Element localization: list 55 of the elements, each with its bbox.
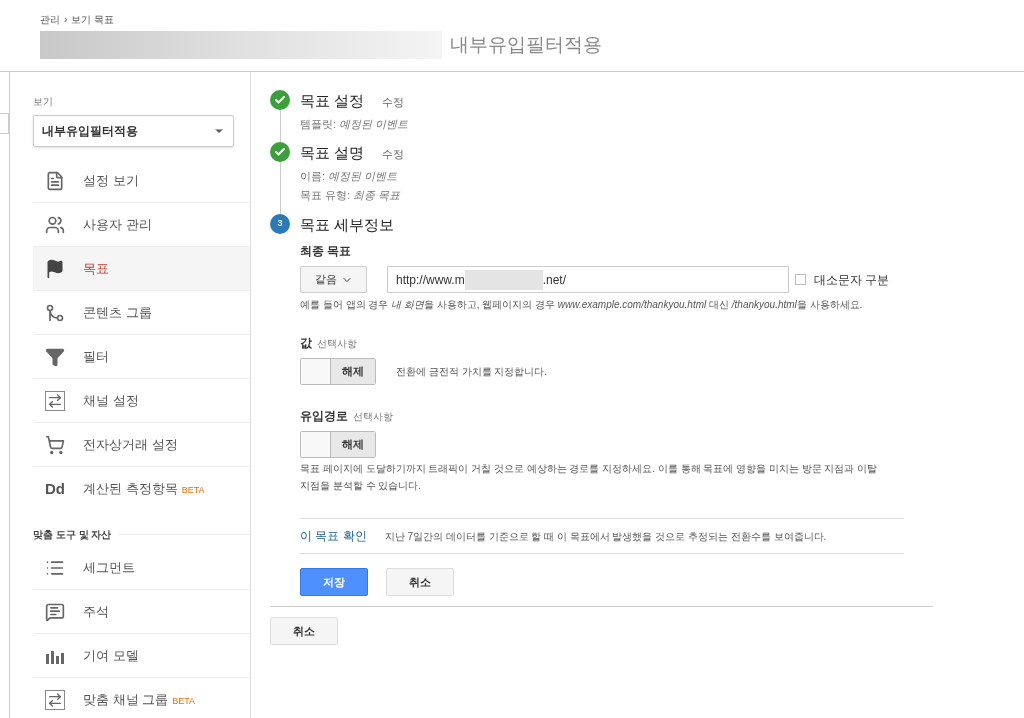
breadcrumb-link[interactable]: 관리 <box>40 12 60 27</box>
checkbox-label: 대소문자 구분 <box>814 271 890 289</box>
toggle-switch[interactable]: 해제 <box>300 431 376 458</box>
comment-icon <box>45 601 65 622</box>
users-icon <box>45 214 65 235</box>
sidebar-item[interactable]: 세그먼트 <box>33 546 250 590</box>
optional-label: 선택사항 <box>317 337 357 351</box>
field-label: 최종 목표 <box>300 243 353 260</box>
breadcrumb-link[interactable]: 보기 목표 <box>71 12 115 27</box>
step-title: 목표 세부정보 <box>300 214 395 235</box>
edit-link[interactable]: 수정 <box>382 94 405 111</box>
sidebar-item[interactable]: Dd 계산된 측정항목 BETA <box>33 467 250 511</box>
sidebar-item[interactable]: 목표 <box>33 247 250 291</box>
filter-icon <box>45 346 65 367</box>
sidebar-item[interactable]: 필터 <box>33 335 250 379</box>
document-icon <box>45 170 65 191</box>
option-description: 목표 페이지에 도달하기까지 트래픽이 거칠 것으로 예상하는 경로를 지정하세요. 이를 통해 목표에 영향을 미치는 방문 지점과 이탈 지점을 분석할 수 있습니다. <box>300 462 879 493</box>
view-select[interactable]: 내부유입필터적용 <box>33 115 234 147</box>
option-label: 유입경로 <box>300 408 348 425</box>
option-description: 전환에 금전적 가치를 지정합니다. <box>396 365 548 379</box>
sidebar-item[interactable]: 채널 설정 <box>33 379 250 423</box>
verify-goal-link[interactable]: 이 목표 확인 <box>300 527 367 545</box>
toggle-switch[interactable]: 해제 <box>300 358 376 385</box>
match-type-select[interactable]: 같음 <box>300 266 367 293</box>
sidebar-item[interactable]: 콘텐츠 그룹 <box>33 291 250 335</box>
section-title: 맞춤 도구 및 자산 <box>33 528 112 542</box>
dd-icon: Dd <box>45 477 65 501</box>
page-title: 내부유입필터적용 <box>450 33 602 57</box>
step-number: 3 <box>270 213 290 234</box>
view-label: 보기 <box>33 95 54 109</box>
checkbox[interactable] <box>795 274 806 285</box>
cancel-button[interactable]: 취소 <box>270 617 338 645</box>
arrows-icon <box>45 390 65 411</box>
flag-icon <box>45 258 65 279</box>
cancel-button[interactable]: 취소 <box>386 568 454 596</box>
url-field[interactable]: http://www.m .net/ <box>387 266 789 293</box>
sidebar-item[interactable]: 설정 보기 <box>33 159 250 203</box>
optional-label: 선택사항 <box>353 410 393 424</box>
arrows-icon <box>45 690 65 710</box>
sidebar-item[interactable]: 전자상거래 설정 <box>33 423 250 467</box>
hint-text: 예를 들어 앱의 경우 내 화면을 사용하고, 웹페이지의 경우 www.example.com/thankyou.html 대신 /thankyou.html을 사용하세요. <box>300 298 864 312</box>
cart-icon <box>45 434 65 455</box>
option-label: 값 <box>300 335 312 352</box>
sidebar-item[interactable]: 주석 <box>33 590 250 634</box>
edit-link[interactable]: 수정 <box>382 146 405 163</box>
sidebar-item[interactable]: 맞춤 채널 그룹 BETA <box>33 678 250 718</box>
step-detail: 템플릿: 예정된 이벤트 <box>300 116 410 132</box>
step-title: 목표 설정 <box>300 91 365 111</box>
merge-icon <box>45 302 65 323</box>
verify-description: 지난 7일간의 데이터를 기준으로 할 때 이 목표에서 발생했을 것으로 추정되는 전환수를 보여줍니다. <box>384 529 827 544</box>
breadcrumb-separator: › <box>64 13 68 27</box>
step-detail: 목표 유형: 최종 목표 <box>300 188 402 203</box>
sidebar-item[interactable]: 기여 모델 <box>33 634 250 678</box>
step-title: 목표 설명 <box>300 143 365 163</box>
step-detail: 이름: 예정된 이벤트 <box>300 168 399 184</box>
